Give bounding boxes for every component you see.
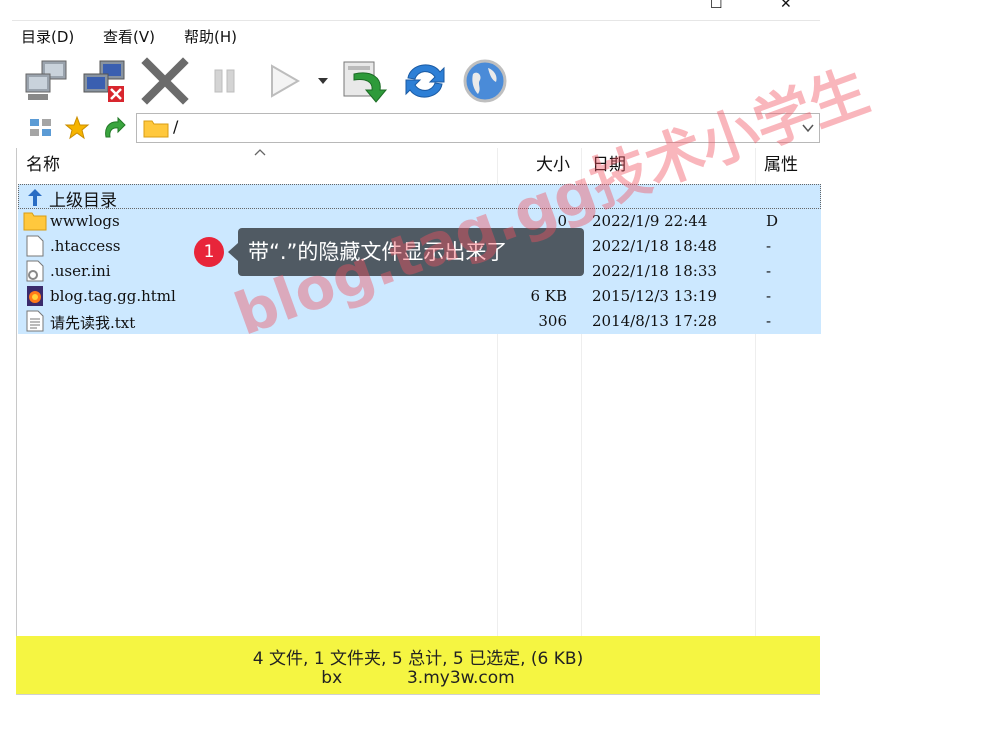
firefox-html-icon	[27, 286, 43, 306]
transfer-button[interactable]	[340, 56, 390, 106]
file-attr: -	[766, 262, 772, 280]
dropdown-arrow-icon	[318, 78, 328, 84]
file-icon	[26, 235, 44, 257]
column-header-name[interactable]: 名称	[26, 148, 60, 182]
status-bar: 4 文件, 1 文件夹, 5 总计, 5 已选定, (6 KB) bx 3.my…	[16, 636, 820, 694]
disconnect-icon	[83, 60, 125, 102]
settings-file-icon	[26, 260, 44, 282]
file-attr: -	[766, 237, 772, 255]
file-name: wwwlogs	[50, 212, 120, 230]
file-attr: D	[766, 212, 779, 230]
site-manager-icon[interactable]	[28, 116, 54, 140]
globe-icon	[463, 59, 507, 103]
pause-button[interactable]	[200, 56, 250, 106]
table-row[interactable]: 请先读我.txt 306 2014/8/13 17:28 -	[18, 309, 821, 334]
file-size: 6 KB	[530, 287, 567, 305]
path-text: /	[173, 117, 179, 136]
play-dropdown[interactable]	[314, 56, 332, 106]
menu-view[interactable]: 查看(V)	[103, 26, 155, 47]
file-attr: -	[766, 312, 772, 330]
connect-icon	[25, 60, 67, 100]
menu-directory[interactable]: 目录(D)	[21, 26, 74, 47]
tooltip-arrow	[228, 243, 238, 261]
folder-icon	[143, 120, 169, 138]
play-button[interactable]	[260, 56, 310, 106]
menu-help[interactable]: 帮助(H)	[184, 26, 237, 47]
delete-icon	[141, 57, 189, 105]
status-summary: 4 文件, 1 文件夹, 5 总计, 5 已选定, (6 KB)	[252, 649, 584, 669]
text-file-icon	[26, 310, 44, 332]
refresh-icon	[405, 64, 445, 98]
play-icon	[271, 64, 301, 98]
refresh-button[interactable]	[400, 56, 450, 106]
file-date: 2014/8/13 17:28	[592, 312, 717, 330]
title-bar: ☐ ✕	[12, 0, 820, 21]
menu-bar: 目录(D) 查看(V) 帮助(H)	[12, 22, 820, 48]
file-date: 2015/12/3 13:19	[592, 287, 717, 305]
transfer-icon	[343, 61, 388, 103]
connect-button[interactable]	[22, 56, 72, 106]
annotation-badge: 1	[194, 237, 224, 267]
delete-button[interactable]	[140, 56, 190, 106]
file-name: .htaccess	[50, 237, 121, 255]
globe-button[interactable]	[460, 56, 510, 106]
sort-ascending-icon	[254, 149, 266, 156]
go-up-arrow-icon[interactable]	[100, 115, 126, 141]
file-date: 2022/1/18 18:33	[592, 262, 717, 280]
favorites-star-icon[interactable]	[64, 115, 90, 141]
bottom-strip	[16, 694, 820, 706]
disconnect-button[interactable]	[80, 56, 130, 106]
file-name: 请先读我.txt	[50, 314, 136, 332]
close-button[interactable]: ✕	[780, 0, 792, 12]
file-date: 2022/1/18 18:48	[592, 237, 717, 255]
maximize-button[interactable]: ☐	[710, 0, 723, 12]
file-attr: -	[766, 287, 772, 305]
file-size: 306	[538, 312, 567, 330]
status-host: bx 3.my3w.com	[321, 668, 515, 688]
parent-directory-label: 上级目录	[49, 191, 117, 211]
file-name: blog.tag.gg.html	[50, 287, 176, 305]
file-name: .user.ini	[50, 262, 111, 280]
pause-icon	[214, 69, 235, 93]
folder-icon	[23, 212, 47, 231]
up-arrow-icon	[28, 189, 42, 206]
